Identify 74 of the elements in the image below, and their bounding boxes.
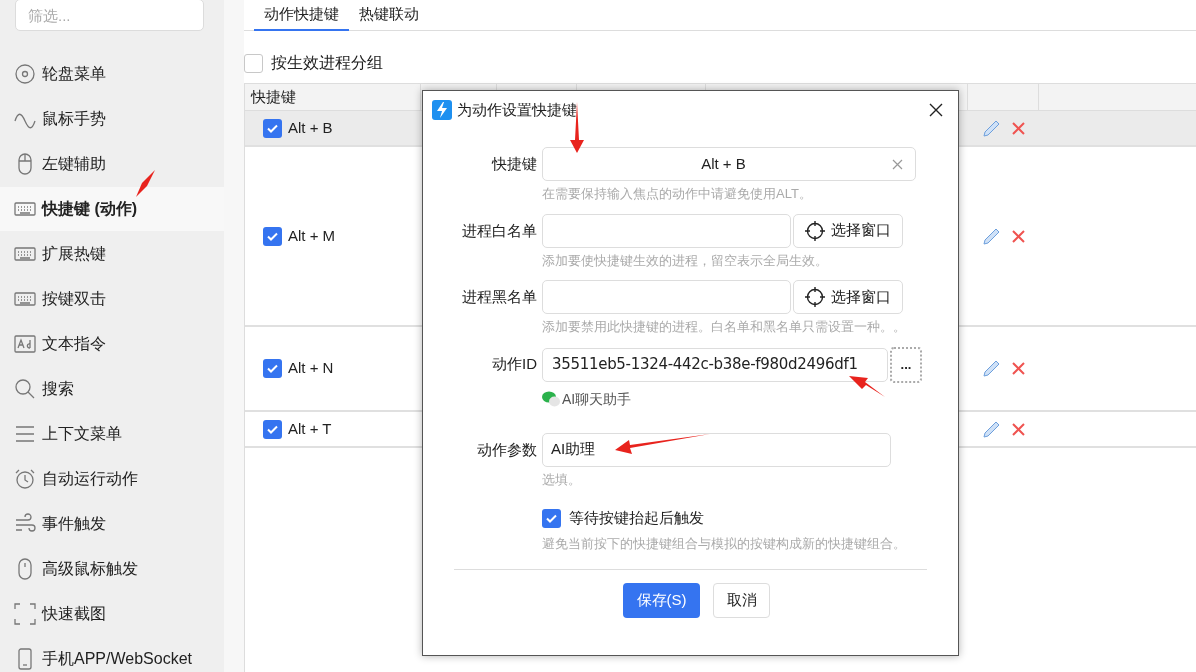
lightning-icon <box>432 100 452 120</box>
pick-window-button[interactable]: 选择窗口 <box>793 280 903 314</box>
screenshot-frame-icon <box>14 603 36 625</box>
action-id-field[interactable]: 35511eb5-1324-442c-b38e-f980d2496df1 <box>542 347 888 382</box>
sidebar-item[interactable]: 上下文菜单 <box>0 422 224 446</box>
delete-icon[interactable] <box>1012 362 1025 375</box>
field-label: 动作ID <box>491 353 537 374</box>
sidebar-item[interactable]: 搜索 <box>0 377 224 401</box>
checkbox[interactable] <box>244 53 263 73</box>
sidebar-item[interactable]: 轮盘菜单 <box>0 62 224 86</box>
field-label: 动作参数 <box>476 439 537 460</box>
process-field[interactable] <box>542 280 791 314</box>
checkbox[interactable] <box>263 359 282 378</box>
column-header: 快捷键 <box>245 84 421 110</box>
pencil-icon[interactable] <box>982 419 1001 439</box>
browse-button[interactable]: ... <box>890 346 922 383</box>
table-cell-text: Alt + B <box>288 117 333 138</box>
parameter-field[interactable]: AI助理 <box>542 432 891 467</box>
sidebar-item[interactable]: 快速截图 <box>0 602 224 626</box>
pencil-icon[interactable] <box>982 118 1001 138</box>
delete-icon[interactable] <box>1012 121 1025 135</box>
crosshair-icon <box>805 287 825 307</box>
annotation-arrow <box>136 170 155 197</box>
checkbox[interactable] <box>542 508 561 528</box>
delete-icon[interactable] <box>1012 422 1025 436</box>
ad-icon <box>14 333 36 355</box>
checkbox[interactable] <box>263 118 282 138</box>
annotation-arrow <box>849 376 885 397</box>
sidebar-item[interactable]: 手机APP/WebSocket <box>0 647 224 671</box>
field-label: 快捷键 <box>490 154 537 174</box>
sidebar-item[interactable]: 自动运行动作 <box>0 467 224 491</box>
dialog-title: 为动作设置快捷键 <box>457 99 577 120</box>
checkbox[interactable] <box>263 419 282 439</box>
clear-icon[interactable] <box>892 158 903 170</box>
pencil-icon[interactable] <box>982 226 1001 246</box>
save-button[interactable]: 保存(S) <box>623 583 700 618</box>
disc-icon <box>14 63 36 85</box>
sidebar-item[interactable]: 按键双击 <box>0 287 224 311</box>
process-field[interactable] <box>542 213 791 248</box>
search-icon <box>14 378 36 400</box>
sidebar-item[interactable]: 扩展热键 <box>0 242 224 266</box>
hotkey-field[interactable]: Alt + B <box>542 147 916 181</box>
field-hint: 避免当前按下的快捷键组合与模拟的按键构成新的快捷键组合。 <box>542 534 907 553</box>
table-cell-text: Alt + N <box>288 358 334 379</box>
table-cell-text: Alt + M <box>288 225 336 246</box>
field-hint: 在需要保持输入焦点的动作中请避免使用ALT。 <box>542 185 813 203</box>
alarm-clock-icon <box>14 468 36 490</box>
delete-icon[interactable] <box>1012 229 1025 243</box>
sidebar-item[interactable]: 左键辅助 <box>0 152 224 176</box>
pick-window-button[interactable]: 选择窗口 <box>793 213 903 248</box>
field-label: 进程白名单 <box>461 220 537 241</box>
sidebar-item[interactable]: 高级鼠标触发 <box>0 557 224 581</box>
sidebar-item[interactable]: 事件触发 <box>0 512 224 536</box>
checkbox-label: 按生效进程分组 <box>271 53 383 73</box>
pencil-icon[interactable] <box>982 359 1001 378</box>
field-hint: 添加要使快捷键生效的进程，留空表示全局生效。 <box>542 251 829 270</box>
crosshair-icon <box>805 220 825 241</box>
wind-icon <box>14 513 36 535</box>
close-icon[interactable] <box>929 103 943 117</box>
field-hint: 选填。 <box>542 470 582 489</box>
field-label: 进程黑名单 <box>461 287 537 307</box>
checkbox-label: 等待按键抬起后触发 <box>569 508 704 528</box>
sidebar-item[interactable]: 鼠标手势 <box>0 107 224 131</box>
tab[interactable]: 动作快捷键 <box>254 0 349 31</box>
menu-icon <box>14 423 36 445</box>
chat-bubbles-icon <box>542 391 560 407</box>
checkmark-icon <box>266 362 279 375</box>
table-cell-text: Alt + T <box>288 418 332 439</box>
sidebar-item[interactable]: 文本指令 <box>0 332 224 356</box>
cancel-button[interactable]: 取消 <box>713 583 770 618</box>
checkbox[interactable] <box>263 226 282 246</box>
filter-field[interactable]: 筛选... <box>15 0 204 31</box>
action-name: AI聊天助手 <box>562 389 632 409</box>
tab[interactable]: 热键联动 <box>349 0 429 31</box>
